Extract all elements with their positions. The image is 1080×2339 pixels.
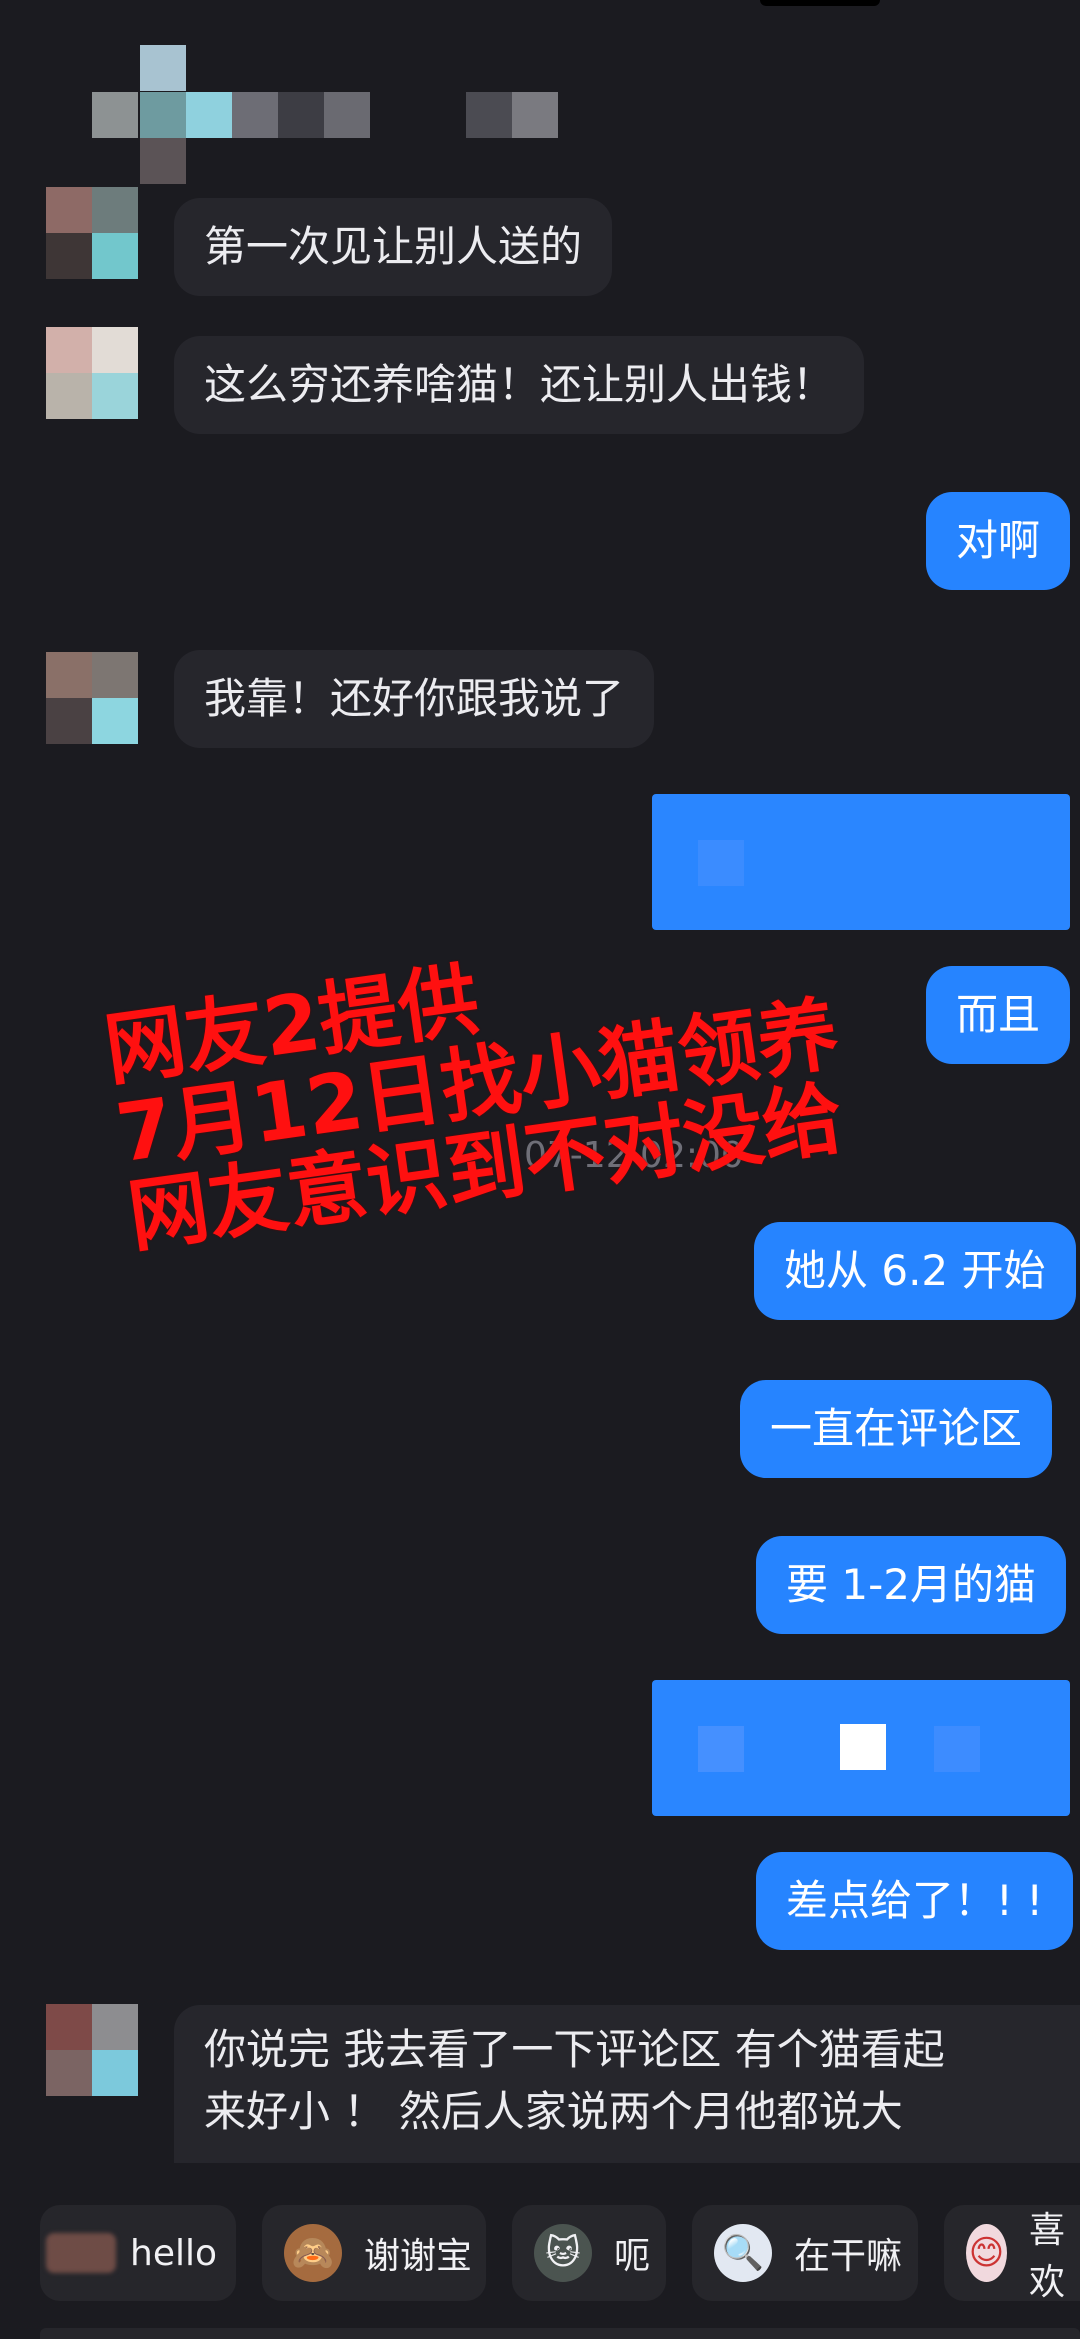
quick-reply-label: 谢谢宝 (364, 2236, 473, 2277)
message-bubble-incoming[interactable]: 第一次见让别人送的 (174, 198, 613, 296)
avatar-icon (46, 2233, 116, 2273)
contact-avatar[interactable] (46, 187, 138, 279)
input-bar-edge (40, 2328, 1080, 2339)
message-bubble-incoming[interactable]: 我靠！还好你跟我说了 (174, 650, 655, 748)
message-bubble-outgoing[interactable]: 对啊 (926, 492, 1071, 590)
message-line: 你说完 我去看了一下评论区 有个猫看起 (204, 2025, 945, 2074)
monkey-sticker-icon: 🙈 (284, 2224, 342, 2282)
message-line: 来好小 ！ 然后人家说两个月他都说大 (204, 2087, 903, 2136)
red-annotation-overlay: 网友2提供 7月12日找小猫领养 网友意识到不对没给 (99, 896, 947, 1264)
quick-reply-label: 喜欢 (1029, 2210, 1066, 2301)
message-bubble-outgoing[interactable]: 她从 6.2 开始 (754, 1222, 1076, 1320)
quick-reply-uh[interactable]: 🐱 呃 (512, 2205, 666, 2301)
status-bar-fragment (760, 0, 880, 6)
quick-reply-label: hello (130, 2232, 217, 2274)
quick-reply-thanks[interactable]: 🙈 谢谢宝 (262, 2205, 486, 2301)
magnifier-sticker-icon: 🔍 (714, 2224, 772, 2282)
sticker-icon: 😊 (966, 2224, 1008, 2282)
contact-avatar[interactable] (46, 2004, 138, 2096)
quick-reply-label: 呃 (614, 2236, 651, 2277)
message-bubble-outgoing[interactable]: 要 1-2月的猫 (756, 1536, 1066, 1634)
quick-reply-hello[interactable]: hello (40, 2205, 236, 2301)
message-bubble-incoming[interactable]: 你说完 我去看了一下评论区 有个猫看起 来好小 ！ 然后人家说两个月他都说大 (174, 2005, 1080, 2163)
message-bubble-outgoing[interactable]: 一直在评论区 (740, 1380, 1053, 1478)
message-bubble-incoming[interactable]: 这么穷还养啥猫！还让别人出钱！ (174, 336, 865, 434)
redacted-message-outgoing[interactable] (652, 1680, 1070, 1816)
quick-reply-like[interactable]: 😊 喜欢 (944, 2205, 1080, 2301)
quick-reply-label: 在干嘛 (794, 2236, 903, 2277)
contact-avatar[interactable] (46, 327, 138, 419)
message-bubble-outgoing[interactable]: 差点给了！! ! (756, 1852, 1074, 1950)
message-bubble-outgoing[interactable]: 而且 (926, 966, 1071, 1064)
quick-reply-whats-up[interactable]: 🔍 在干嘛 (692, 2205, 918, 2301)
contact-avatar[interactable] (46, 652, 138, 744)
cat-sticker-icon: 🐱 (534, 2224, 592, 2282)
